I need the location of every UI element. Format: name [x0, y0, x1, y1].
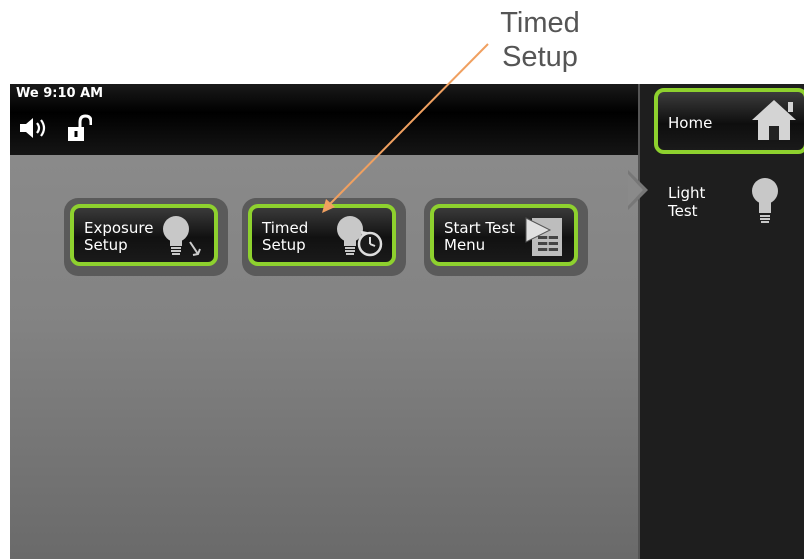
- tile-frame-exposure: Exposure Setup: [64, 198, 228, 276]
- tile-frame-timed: Timed Setup: [242, 198, 406, 276]
- selected-indicator-arrow-icon: [628, 170, 650, 214]
- lightbulb-arrow-icon: [160, 212, 208, 264]
- annotation-line-1: Timed: [500, 7, 580, 39]
- annotation-callout: Timed Setup: [470, 6, 610, 74]
- play-list-icon: [524, 212, 568, 264]
- device-screen: We 9:10 AM Exposure Setup Timed Setup St…: [10, 84, 804, 559]
- annotation-line-2: Setup: [502, 41, 578, 73]
- home-label: Home: [668, 114, 713, 132]
- light-test-nav-item[interactable]: Light Test: [668, 184, 705, 220]
- start-test-menu-button[interactable]: Start Test Menu: [430, 204, 578, 266]
- timed-setup-button[interactable]: Timed Setup: [248, 204, 396, 266]
- status-bar: We 9:10 AM: [10, 84, 638, 155]
- clock: We 9:10 AM: [16, 86, 104, 101]
- exposure-setup-label: Exposure Setup: [84, 219, 154, 254]
- exposure-setup-button[interactable]: Exposure Setup: [70, 204, 218, 266]
- main-content: Exposure Setup Timed Setup Start Test Me…: [10, 155, 638, 559]
- sidebar-divider: [638, 84, 640, 559]
- lightbulb-timer-icon: [334, 212, 386, 264]
- start-test-menu-label: Start Test Menu: [444, 219, 515, 254]
- house-icon: [748, 96, 800, 148]
- timed-setup-label: Timed Setup: [262, 219, 309, 254]
- unlocked-padlock-icon[interactable]: [66, 114, 93, 148]
- lightbulb-icon: [750, 175, 780, 235]
- right-sidebar: Home Light Test: [628, 84, 804, 559]
- speaker-icon[interactable]: [18, 116, 52, 144]
- light-test-line-1: Light: [668, 184, 706, 202]
- home-button[interactable]: Home: [654, 88, 804, 154]
- light-test-line-2: Test: [668, 202, 698, 220]
- tile-frame-start-test: Start Test Menu: [424, 198, 588, 276]
